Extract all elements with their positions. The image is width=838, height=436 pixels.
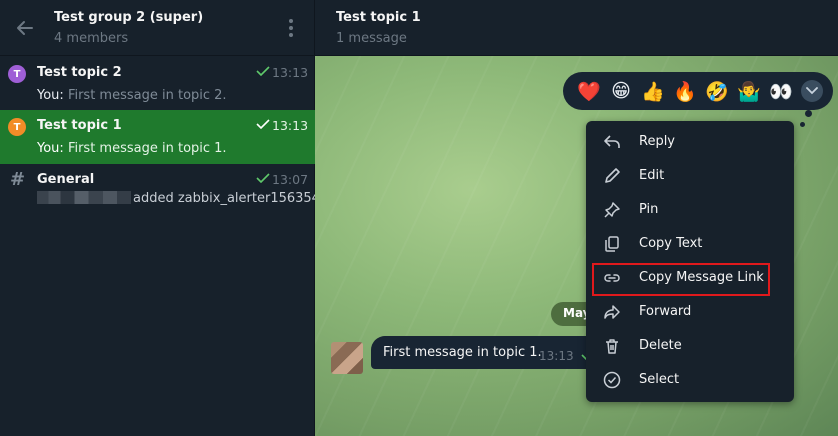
menu-label: Select bbox=[639, 372, 680, 387]
preview-text: First message in topic 2. bbox=[67, 88, 227, 103]
menu-item-select[interactable]: Select bbox=[586, 363, 794, 397]
group-members-count: 4 members bbox=[54, 31, 129, 46]
reaction-bubble-tail bbox=[800, 122, 805, 127]
message-time: 13:13 bbox=[539, 349, 574, 363]
reaction-eyes[interactable]: 👀 bbox=[765, 76, 797, 106]
forward-icon bbox=[604, 305, 620, 319]
preview-text: added zabbix_alerter156354 bbox=[133, 191, 320, 206]
reaction-heart[interactable]: ❤️ bbox=[573, 76, 605, 106]
menu-label: Reply bbox=[639, 134, 676, 149]
pencil-icon bbox=[605, 168, 620, 183]
preview-sender: You: bbox=[37, 141, 64, 156]
menu-item-edit[interactable]: Edit bbox=[586, 159, 794, 193]
copy-icon bbox=[605, 236, 619, 252]
topic-avatar: T bbox=[8, 65, 26, 83]
preview-sender: You: bbox=[37, 88, 64, 103]
read-check-icon bbox=[256, 173, 270, 183]
menu-label: Copy Text bbox=[639, 236, 703, 251]
topic-sidebar: Test group 2 (super) 4 members T Test to… bbox=[0, 0, 320, 436]
pin-icon bbox=[604, 202, 620, 218]
topic-preview: You: First message in topic 2. bbox=[37, 88, 227, 103]
reaction-fire[interactable]: 🔥 bbox=[669, 76, 701, 106]
reaction-rofl[interactable]: 🤣 bbox=[701, 76, 733, 106]
highlight-annotation bbox=[592, 263, 770, 296]
menu-item-copy-text[interactable]: Copy Text bbox=[586, 227, 794, 261]
reply-icon bbox=[604, 135, 620, 148]
topic-time: 13:13 bbox=[272, 118, 309, 133]
chat-message-count: 1 message bbox=[336, 31, 407, 46]
redacted-username bbox=[37, 191, 131, 204]
topic-preview: added zabbix_alerter156354 bbox=[37, 191, 320, 206]
topic-name: Test topic 2 bbox=[37, 65, 122, 80]
reaction-bubble-tail bbox=[805, 110, 812, 117]
topic-preview: You: First message in topic 1. bbox=[37, 141, 227, 156]
menu-label: Forward bbox=[639, 304, 692, 319]
message-context-menu: Reply Edit Pin Copy Text Copy Message Li… bbox=[586, 121, 794, 402]
chat-panel: Test topic 1 1 message May First message… bbox=[315, 0, 838, 436]
topic-avatar: T bbox=[8, 118, 26, 136]
chevron-down-icon bbox=[806, 87, 818, 95]
menu-item-reply[interactable]: Reply bbox=[586, 125, 794, 159]
topic-time: 13:13 bbox=[272, 65, 309, 80]
hash-icon: # bbox=[10, 169, 26, 190]
message-bubble[interactable]: First message in topic 1. 13:13 bbox=[371, 336, 606, 369]
menu-item-pin[interactable]: Pin bbox=[586, 193, 794, 227]
menu-label: Delete bbox=[639, 338, 682, 353]
reaction-grin[interactable]: 😁 bbox=[605, 76, 637, 106]
topic-item-general[interactable]: # General 13:07 added zabbix_alerter1563… bbox=[0, 164, 320, 218]
topic-name: Test topic 1 bbox=[37, 118, 122, 133]
avatar[interactable] bbox=[331, 342, 363, 374]
menu-label: Edit bbox=[639, 168, 665, 183]
expand-reactions-button[interactable] bbox=[801, 80, 823, 102]
group-header: Test group 2 (super) 4 members bbox=[0, 0, 315, 56]
group-title: Test group 2 (super) bbox=[54, 10, 204, 25]
more-options-icon[interactable] bbox=[284, 16, 298, 40]
topic-item-test-topic-2[interactable]: T Test topic 2 13:13 You: First message … bbox=[0, 57, 315, 111]
read-check-icon bbox=[256, 66, 270, 76]
menu-label: Pin bbox=[639, 202, 659, 217]
menu-item-delete[interactable]: Delete bbox=[586, 329, 794, 363]
menu-item-forward[interactable]: Forward bbox=[586, 295, 794, 329]
reaction-bar: ❤️ 😁 👍 🔥 🤣 🤷‍♂️ 👀 bbox=[563, 72, 833, 110]
reaction-shrug[interactable]: 🤷‍♂️ bbox=[733, 76, 765, 106]
reaction-thumbs-up[interactable]: 👍 bbox=[637, 76, 669, 106]
message-text: First message in topic 1. bbox=[383, 345, 542, 360]
topic-name: General bbox=[37, 172, 95, 187]
chat-header[interactable]: Test topic 1 1 message bbox=[315, 0, 838, 56]
preview-text: First message in topic 1. bbox=[67, 141, 227, 156]
back-arrow-icon[interactable] bbox=[14, 17, 36, 39]
check-circle-icon bbox=[603, 371, 621, 389]
topic-time: 13:07 bbox=[272, 172, 309, 187]
read-check-icon bbox=[256, 119, 270, 129]
topic-item-test-topic-1[interactable]: T Test topic 1 13:13 You: First message … bbox=[0, 110, 315, 164]
trash-icon bbox=[606, 339, 618, 354]
chat-title: Test topic 1 bbox=[336, 10, 421, 25]
